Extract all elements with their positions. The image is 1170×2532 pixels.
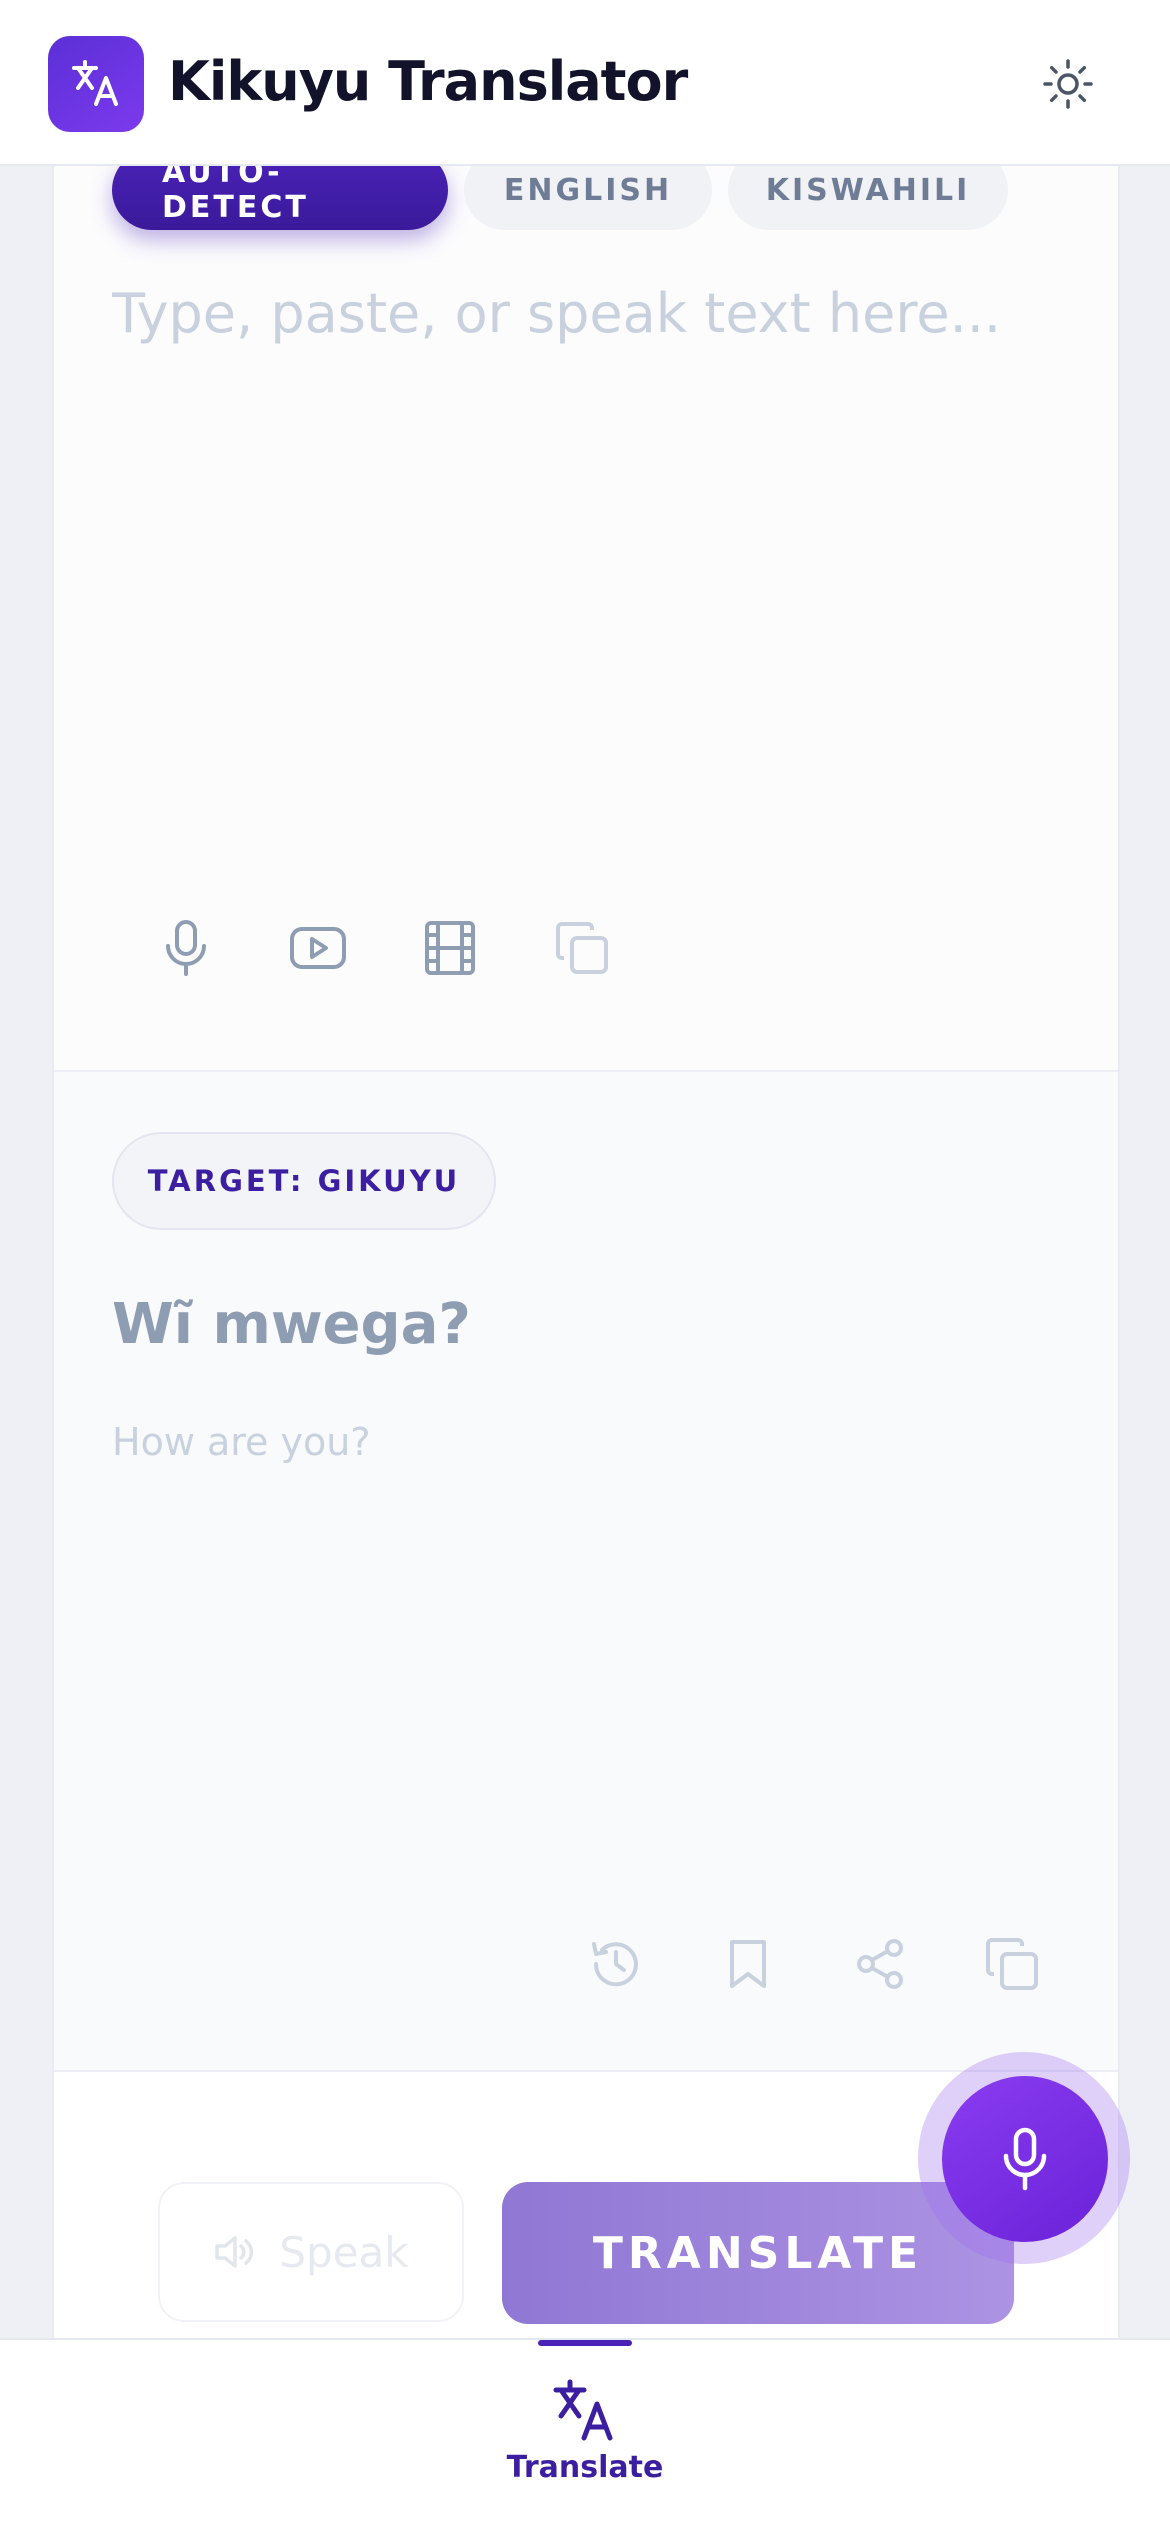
nav-label-translate: Translate <box>506 2450 664 2485</box>
translate-icon <box>48 36 144 132</box>
mic-tool-button[interactable] <box>146 908 226 988</box>
share-button[interactable] <box>840 1924 920 2004</box>
chip-english[interactable]: ENGLISH <box>464 166 712 230</box>
target-language-chip[interactable]: TARGET: GIKUYU <box>112 1132 496 1230</box>
copy-icon <box>556 922 608 974</box>
copy-icon <box>986 1938 1038 1990</box>
source-language-selector: AUTO-DETECT ENGLISH KISWAHILI <box>112 166 1008 230</box>
video-tool-button[interactable] <box>410 908 490 988</box>
chip-auto-detect[interactable]: AUTO-DETECT <box>112 166 448 230</box>
source-toolbar <box>54 908 1118 988</box>
sun-icon <box>1043 59 1093 109</box>
microphone-icon <box>166 920 206 976</box>
theme-toggle-button[interactable] <box>1040 56 1096 112</box>
microphone-icon <box>1003 2127 1047 2191</box>
translate-icon <box>553 2379 613 2441</box>
youtube-tool-button[interactable] <box>278 908 358 988</box>
app-header: Kikuyu Translator <box>0 0 1170 166</box>
speaker-icon <box>215 2236 254 2268</box>
source-pane: AUTO-DETECT ENGLISH KISWAHILI <box>54 166 1118 1070</box>
translator-card: AUTO-DETECT ENGLISH KISWAHILI Type, past… <box>52 166 1120 2338</box>
copy-translation-button[interactable] <box>972 1924 1052 2004</box>
history-icon <box>592 1942 638 1987</box>
copy-source-button[interactable] <box>542 908 622 988</box>
history-button[interactable] <box>576 1924 656 2004</box>
share-icon <box>857 1939 903 1989</box>
translation-gloss: How are you? <box>112 1420 371 1464</box>
speak-button-label: Speak <box>279 2227 409 2277</box>
chip-kiswahili[interactable]: KISWAHILI <box>728 166 1008 230</box>
app-title: Kikuyu Translator <box>168 50 688 113</box>
nav-item-translate[interactable]: Translate <box>480 2370 690 2520</box>
translation-output: Wĩ mwega? <box>112 1292 471 1357</box>
target-pane: TARGET: GIKUYU Wĩ mwega? How are you? <box>54 1072 1118 2070</box>
bookmark-icon <box>730 1940 766 1988</box>
speak-button[interactable]: Speak <box>158 2182 464 2322</box>
source-text-input[interactable] <box>112 282 1062 345</box>
target-toolbar <box>54 1924 1118 2004</box>
bookmark-button[interactable] <box>708 1924 788 2004</box>
bottom-nav: Translate <box>0 2338 1170 2532</box>
film-icon <box>425 921 475 975</box>
nav-active-indicator <box>538 2340 632 2346</box>
voice-input-fab[interactable] <box>942 2076 1108 2242</box>
youtube-icon <box>290 927 346 969</box>
